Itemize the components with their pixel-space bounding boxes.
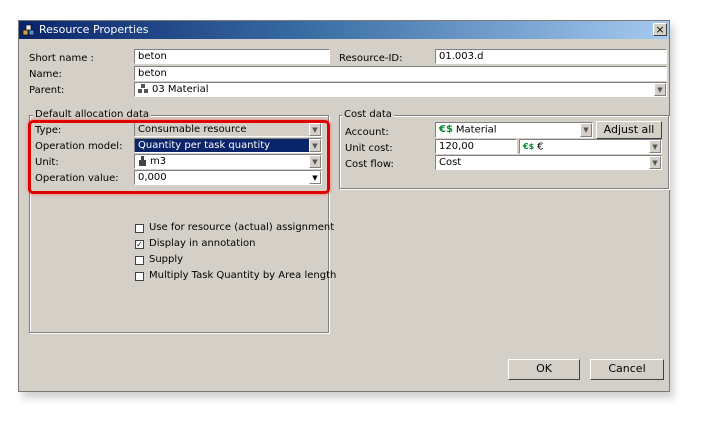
name-input[interactable]: beton <box>134 66 667 81</box>
use-for-assignment-checkbox[interactable] <box>135 224 144 233</box>
supply-checkbox[interactable] <box>135 256 144 265</box>
unit-cost-label: Unit cost: <box>345 143 393 154</box>
highlight-annotation <box>28 120 330 194</box>
title-bar[interactable]: Resource Properties × <box>19 21 669 39</box>
currency-select[interactable]: €$ € ▼ <box>519 139 662 154</box>
account-select[interactable]: €$ Material ▼ <box>435 122 593 138</box>
ok-button[interactable]: OK <box>508 359 580 380</box>
supply-label: Supply <box>149 254 184 265</box>
cost-flow-select[interactable]: Cost ▼ <box>435 155 662 170</box>
multiply-task-quantity-checkbox[interactable] <box>135 272 144 281</box>
close-icon: × <box>655 23 665 36</box>
resource-id-label: Resource-ID: <box>339 53 403 64</box>
display-in-annotation-label: Display in annotation <box>149 238 256 249</box>
account-label: Account: <box>345 127 389 138</box>
resource-properties-dialog: Resource Properties × Short name : beton… <box>18 20 670 392</box>
multiply-task-quantity-label: Multiply Task Quantity by Area length <box>149 270 337 281</box>
use-for-assignment-label: Use for resource (actual) assignment <box>149 222 335 233</box>
display-in-annotation-checkbox[interactable]: ✓ <box>135 240 144 249</box>
material-group-icon <box>138 84 148 93</box>
close-button[interactable]: × <box>653 23 667 36</box>
cancel-button[interactable]: Cancel <box>590 359 664 380</box>
chevron-down-icon[interactable]: ▼ <box>580 123 592 137</box>
adjust-all-button[interactable]: Adjust all <box>596 121 662 139</box>
name-label: Name: <box>29 69 62 80</box>
cost-flow-label: Cost flow: <box>345 159 394 170</box>
parent-value: 03 Material <box>152 84 209 95</box>
window-title: Resource Properties <box>39 23 149 36</box>
unit-cost-input[interactable]: 120,00 <box>435 139 517 154</box>
short-name-input[interactable]: beton <box>134 49 330 64</box>
currency-value: € <box>537 141 544 153</box>
currency-icon: €$ <box>523 142 535 151</box>
chevron-down-icon[interactable]: ▼ <box>654 83 666 96</box>
resource-app-icon <box>22 24 35 36</box>
euro-dollar-icon: €$ <box>439 124 453 135</box>
short-name-label: Short name : <box>29 53 94 64</box>
default-allocation-title: Default allocation data <box>33 109 152 120</box>
parent-select[interactable]: 03 Material ▼ <box>134 82 667 97</box>
cost-data-title: Cost data <box>342 109 394 120</box>
resource-id-input[interactable]: 01.003.d <box>435 49 667 64</box>
parent-label: Parent: <box>29 85 65 96</box>
chevron-down-icon[interactable]: ▼ <box>649 140 661 153</box>
cost-flow-value: Cost <box>439 157 462 168</box>
chevron-down-icon[interactable]: ▼ <box>649 156 661 169</box>
checkmark-icon: ✓ <box>136 240 143 249</box>
account-value: Material <box>455 124 497 136</box>
